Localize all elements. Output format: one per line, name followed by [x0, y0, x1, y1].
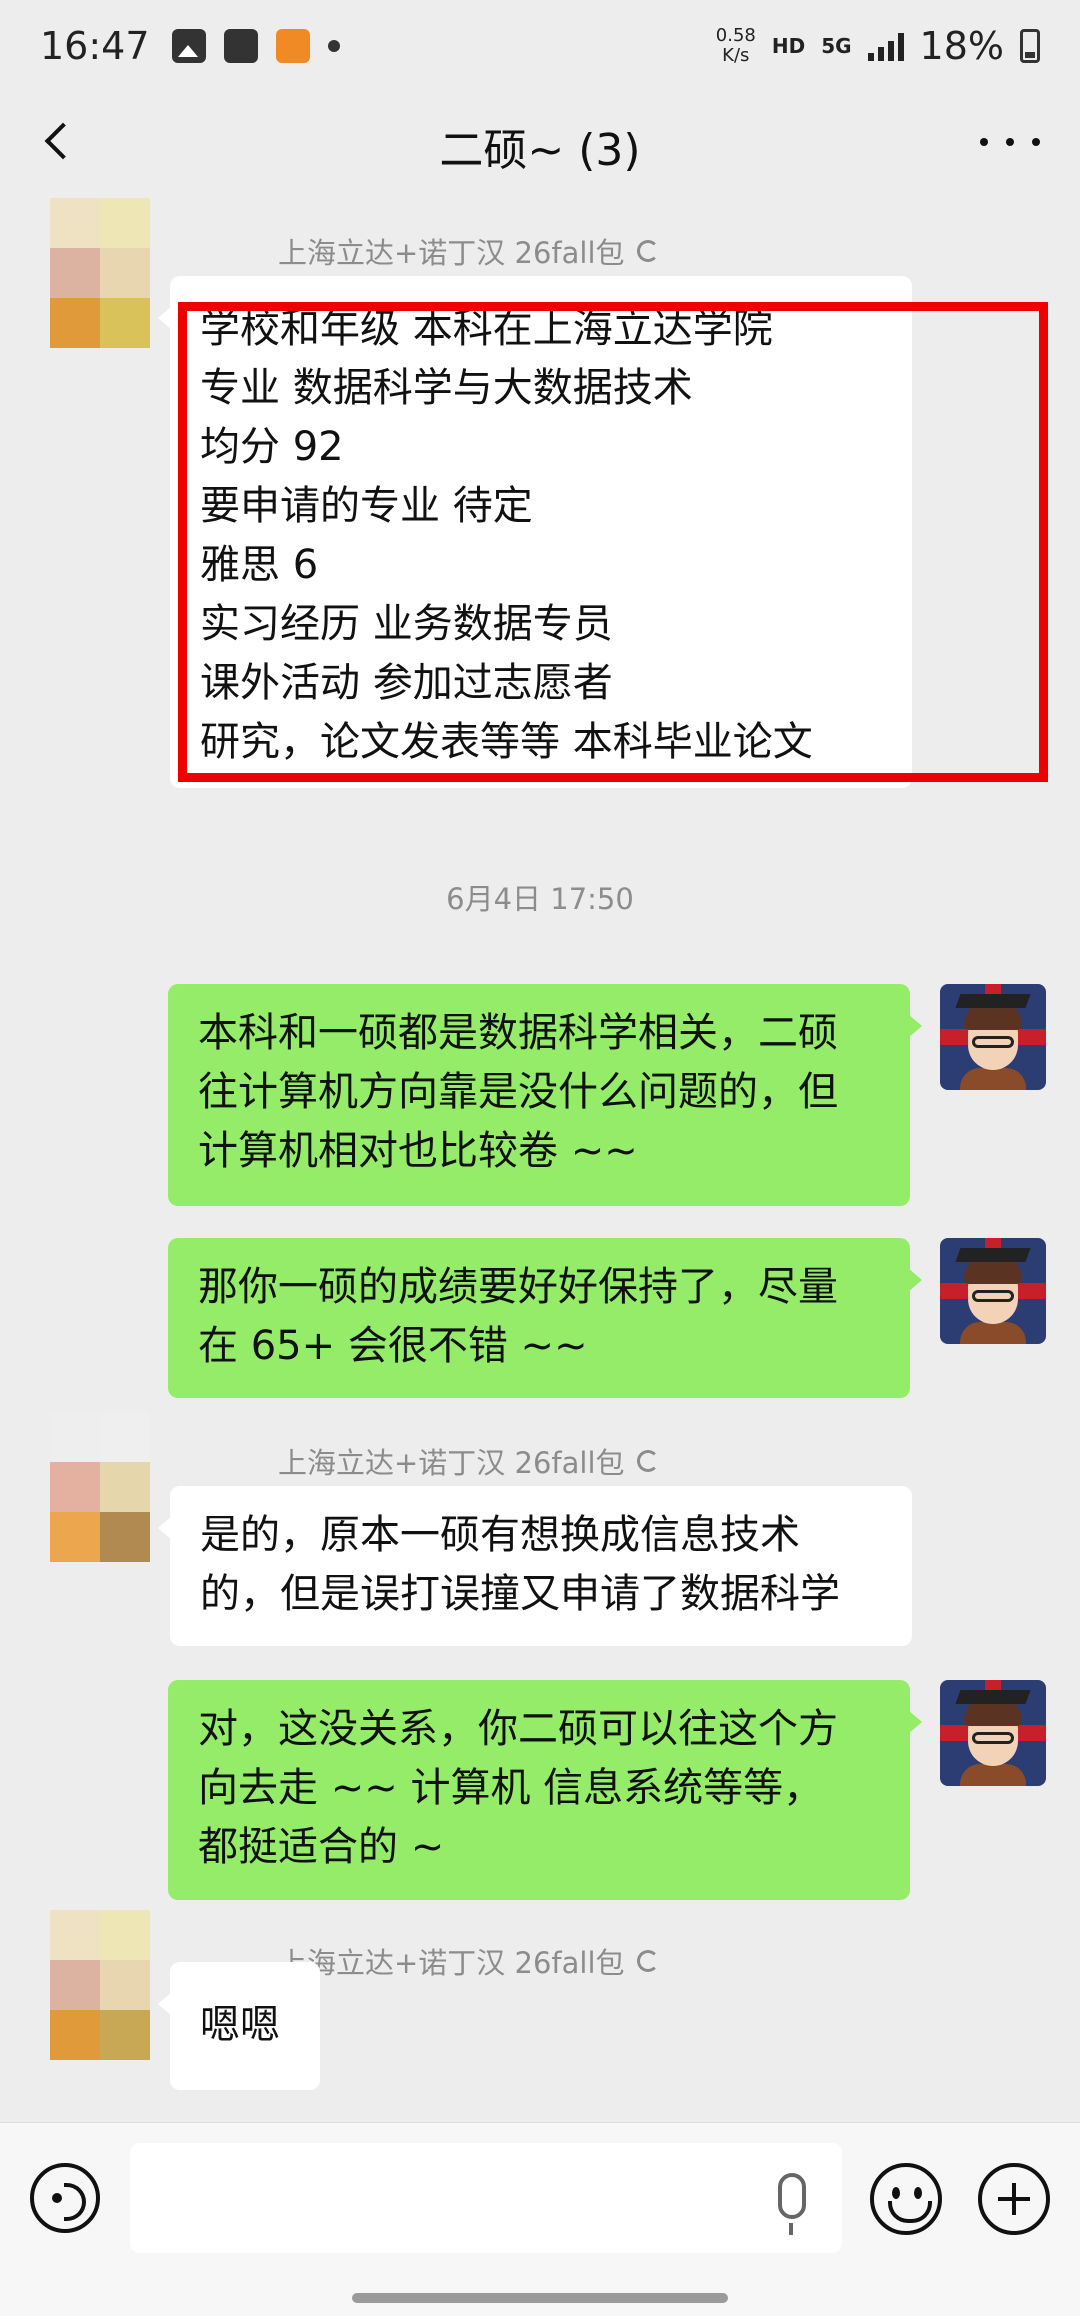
network-type: 5G [821, 34, 852, 58]
message-line: 计算机相对也比较卷 ~~ [198, 1128, 638, 1174]
sender-name: 上海立达+诺丁汉 26fall包 [278, 1940, 659, 1982]
timestamp: 6月4日 17:50 [446, 882, 634, 916]
message-bubble-self[interactable]: 对，这没关系，你二硕可以往这个方 向去走 ~~ 计算机 信息系统等等， 都挺适合… [168, 1680, 922, 1900]
refresh-icon [636, 240, 659, 262]
message-line: 是的，原本一硕有想换成信息技术 [200, 1512, 800, 1558]
input-bar [0, 2122, 1080, 2316]
message-bubble-self[interactable]: 本科和一硕都是数据科学相关，二硕 往计算机方向靠是没什么问题的，但 计算机相对也… [168, 984, 922, 1206]
more-dots-icon [980, 138, 988, 146]
refresh-icon [636, 1450, 659, 1472]
emoji-icon[interactable] [870, 2163, 942, 2235]
status-bar: 16:47 0.58 K/s HD 5G 18% [0, 0, 1080, 92]
avatar-self[interactable] [940, 1680, 1046, 1786]
highlight-annotation [178, 302, 1048, 782]
avatar[interactable] [50, 198, 150, 350]
mic-icon[interactable] [778, 2173, 806, 2235]
avatar-self[interactable] [940, 984, 1046, 1090]
refresh-icon [636, 1950, 659, 1972]
message-bubble[interactable]: 嗯嗯 [158, 1962, 320, 2090]
sender-label: 上海立达+诺丁汉 26fall包 [278, 236, 625, 270]
status-time: 16:47 [40, 24, 150, 68]
gallery-icon [171, 29, 206, 63]
battery-icon [1020, 29, 1040, 63]
avatar-self[interactable] [940, 1238, 1046, 1344]
hd-indicator: HD [771, 34, 806, 58]
network-speed-value: 0.58 [715, 25, 756, 46]
home-indicator[interactable] [352, 2293, 728, 2303]
avatar[interactable] [50, 1412, 150, 1564]
message-line: 的，但是误打误撞又申请了数据科学 [200, 1571, 840, 1617]
status-right: 0.58 K/s HD 5G 18% [716, 24, 1040, 68]
more-notifications-icon [327, 40, 340, 52]
chat-title: 二硕~ (3) [439, 125, 641, 176]
message-line: 向去走 ~~ 计算机 信息系统等等， [198, 1765, 824, 1811]
avatar[interactable] [50, 1910, 150, 2062]
network-speed: 0.58 K/s [716, 26, 756, 66]
message-line: 那你一硕的成绩要好好保持了，尽量 [198, 1264, 838, 1310]
plus-icon[interactable] [978, 2163, 1050, 2235]
battery-level: 18% [919, 24, 1004, 68]
message-line: 嗯嗯 [200, 2002, 280, 2048]
message-input[interactable] [130, 2143, 842, 2253]
message-bubble[interactable]: 是的，原本一硕有想换成信息技术 的，但是误打误撞又申请了数据科学 [158, 1486, 912, 1646]
message-line: 往计算机方向靠是没什么问题的，但 [198, 1069, 838, 1115]
calendar-icon [223, 29, 258, 63]
sender-name: 上海立达+诺丁汉 26fall包 [278, 230, 659, 272]
sender-label: 上海立达+诺丁汉 26fall包 [278, 1446, 625, 1480]
sender-label: 上海立达+诺丁汉 26fall包 [278, 1946, 625, 1980]
message-line: 都挺适合的 ~ [198, 1824, 445, 1870]
message-line: 在 65+ 会很不错 ~~ [198, 1323, 588, 1369]
sender-name: 上海立达+诺丁汉 26fall包 [278, 1440, 659, 1482]
network-speed-unit: K/s [722, 45, 750, 66]
message-line: 本科和一硕都是数据科学相关，二硕 [198, 1010, 838, 1056]
more-button[interactable] [980, 122, 1040, 162]
message-bubble-self[interactable]: 那你一硕的成绩要好好保持了，尽量 在 65+ 会很不错 ~~ [168, 1238, 922, 1398]
message-line: 对，这没关系，你二硕可以往这个方 [198, 1706, 838, 1752]
signal-icon [867, 31, 904, 61]
app-notification-icon [275, 29, 310, 63]
voice-icon[interactable] [30, 2163, 100, 2233]
chat-header: 二硕~ (3) [0, 92, 1080, 192]
